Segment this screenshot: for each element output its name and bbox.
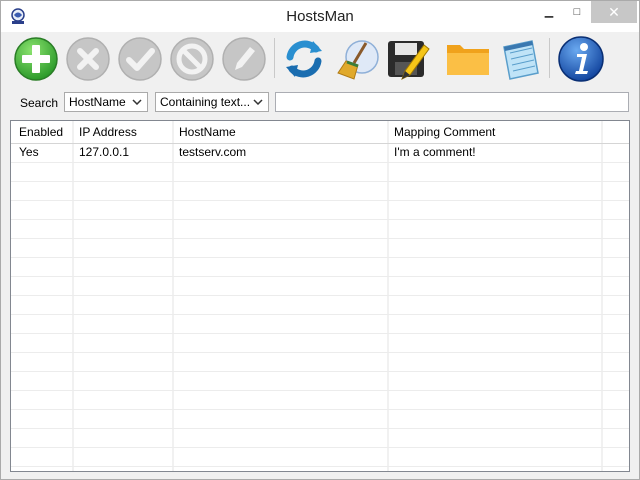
toolbar-separator (549, 38, 550, 78)
floppy-pencil-icon (388, 41, 430, 81)
search-input[interactable] (275, 92, 629, 112)
toolbar (1, 32, 639, 88)
cell-ip-address: 127.0.0.1 (79, 145, 130, 159)
search-label: Search (20, 96, 59, 110)
cell-enabled: Yes (19, 145, 39, 159)
close-button[interactable]: ✕ (591, 1, 637, 23)
toolbar-separator (274, 38, 275, 78)
search-bar: Search HostName Containing text... (1, 89, 639, 117)
title-bar: HostsMan ▁ □ ✕ (1, 1, 639, 32)
save-button[interactable] (384, 35, 432, 83)
column-header-mapping-comment[interactable]: Mapping Comment (386, 121, 602, 143)
enable-button[interactable] (116, 35, 164, 83)
remove-button[interactable] (64, 35, 112, 83)
main-window: HostsMan ▁ □ ✕ Search HostName Containin… (0, 0, 640, 480)
folder-icon (447, 45, 489, 75)
search-mode-value: Containing text... (160, 95, 251, 109)
edit-button[interactable] (220, 35, 268, 83)
notepad-icon (503, 40, 539, 80)
minimize-button[interactable]: ▁ (535, 1, 563, 23)
open-button[interactable] (444, 35, 492, 83)
hosts-table: Enabled IP Address HostName Mapping Comm… (10, 120, 630, 472)
chevron-down-icon (132, 99, 142, 105)
column-header-hostname[interactable]: HostName (171, 121, 388, 143)
chevron-down-icon (253, 99, 263, 105)
cell-hostname: testserv.com (179, 145, 247, 159)
about-button[interactable] (557, 35, 605, 83)
search-field-value: HostName (69, 95, 126, 109)
search-mode-select[interactable]: Containing text... (155, 92, 269, 112)
cell-mapping-comment: I'm a comment! (394, 145, 476, 159)
maximize-button[interactable]: □ (563, 1, 591, 23)
column-header-enabled[interactable]: Enabled (11, 121, 73, 143)
notepad-button[interactable] (496, 35, 544, 83)
add-button[interactable] (12, 35, 60, 83)
clean-button[interactable] (332, 35, 380, 83)
search-field-select[interactable]: HostName (64, 92, 148, 112)
grid-lines (11, 121, 629, 471)
refresh-button[interactable] (280, 35, 328, 83)
column-header-ip-address[interactable]: IP Address (71, 121, 173, 143)
disable-button[interactable] (168, 35, 216, 83)
